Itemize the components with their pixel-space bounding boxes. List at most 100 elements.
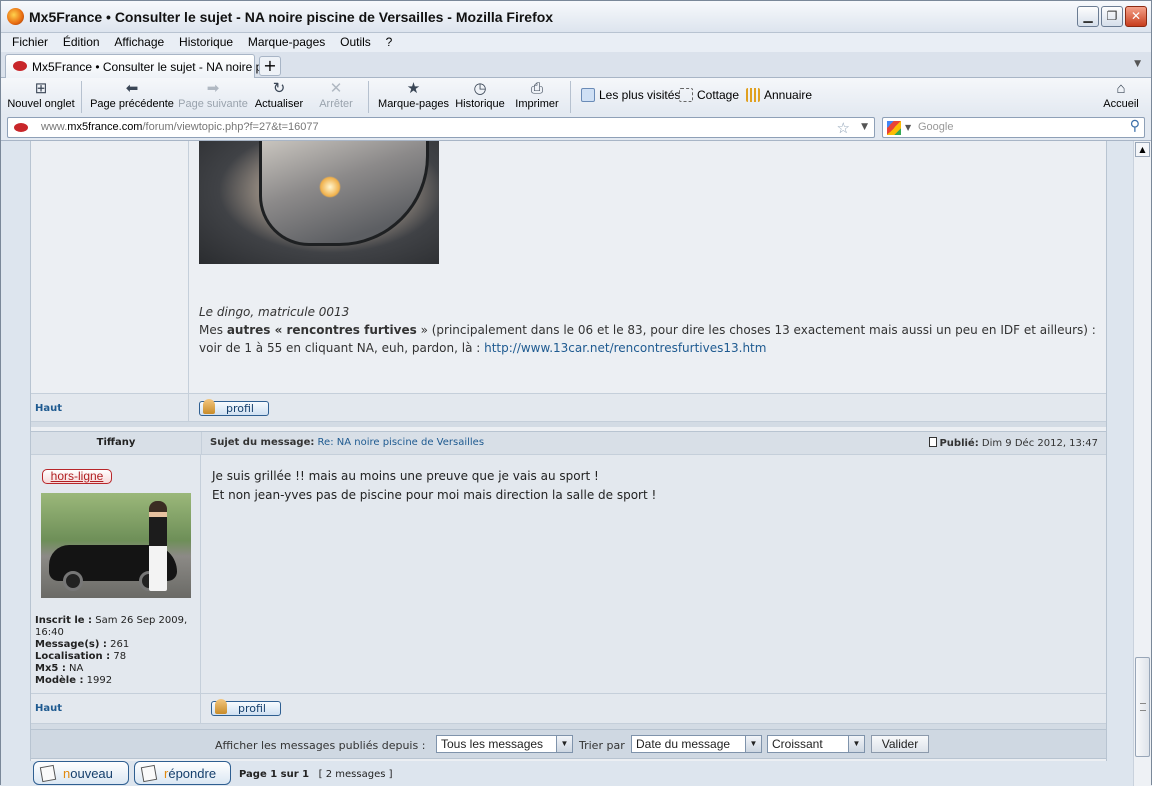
subject-label: Sujet du message:: [210, 437, 315, 448]
bookmark-most-visited[interactable]: Les plus visités: [581, 88, 680, 102]
published-date: Dim 9 Déc 2012, 13:47: [981, 438, 1098, 449]
bookmarks-star-icon: ★: [406, 80, 421, 97]
minimize-icon[interactable]: ▁: [1077, 6, 1099, 27]
new-topic-button[interactable]: nouveau: [33, 761, 129, 785]
scroll-up-chevron-icon[interactable]: ▲: [1135, 142, 1150, 157]
chevron-down-icon: ▼: [556, 736, 572, 752]
sort-by-select[interactable]: Date du message ▼: [631, 735, 762, 753]
new-tab-icon: ⊞: [34, 80, 48, 97]
menu-historique[interactable]: Historique: [179, 35, 233, 49]
history-label: Historique: [455, 98, 505, 110]
author-info: Inscrit le : Sam 26 Sep 2009, 16:40 Mess…: [35, 615, 195, 687]
validate-button[interactable]: Valider: [871, 735, 929, 753]
forward-button[interactable]: ➡ Page suivante: [178, 80, 248, 110]
sort-order-select[interactable]: Croissant ▼: [767, 735, 865, 753]
signature-link[interactable]: http://www.13car.net/rencontresfurtives1…: [484, 341, 766, 355]
search-magnifier-icon[interactable]: ⚲: [1130, 118, 1140, 134]
new-tab-label: Nouvel onglet: [7, 98, 75, 110]
menu-outils[interactable]: Outils: [340, 35, 371, 49]
window-title: Mx5France • Consulter le sujet - NA noir…: [29, 9, 554, 25]
reload-button[interactable]: ↻ Actualiser: [254, 80, 304, 110]
post-published: Publié: Dim 9 Déc 2012, 13:47: [929, 437, 1098, 449]
title-bar: Mx5France • Consulter le sujet - NA noir…: [1, 1, 1151, 33]
post2-body: hors-ligne Inscrit le : Sam 26 Sep 2009,…: [31, 455, 1106, 693]
new-tab-button[interactable]: ⊞ Nouvel onglet: [7, 80, 75, 110]
annuaire-icon: [746, 88, 760, 102]
sort-by-label: Trier par: [579, 739, 625, 752]
cottage-label: Cottage: [697, 88, 740, 102]
bookmark-annuaire[interactable]: Annuaire: [746, 88, 812, 102]
annuaire-label: Annuaire: [764, 88, 813, 102]
back-button[interactable]: ⬅ Page précédente: [90, 80, 174, 110]
search-bar[interactable]: ▼ Google ⚲: [882, 117, 1145, 138]
profile-label: profil: [226, 402, 254, 415]
display-options-bar: Afficher les messages publiés depuis : T…: [31, 729, 1106, 759]
forum-board: Le dingo, matricule 0013 Mes autres « re…: [30, 141, 1107, 761]
print-button[interactable]: ⎙ Imprimer: [514, 80, 560, 110]
site-identity-icon: [14, 123, 28, 132]
haut-link[interactable]: Haut: [35, 403, 62, 414]
reply-paper-icon: [140, 764, 158, 783]
subject-link[interactable]: Re: NA noire piscine de Versailles: [318, 437, 484, 448]
close-icon[interactable]: ✕: [1125, 6, 1147, 27]
tab-bar: Mx5France • Consulter le sujet - NA noir…: [1, 52, 1151, 78]
author-profile-column: hors-ligne Inscrit le : Sam 26 Sep 2009,…: [31, 455, 201, 693]
home-icon: ⌂: [1116, 80, 1126, 97]
history-button[interactable]: ◷ Historique: [454, 80, 506, 110]
home-button[interactable]: ⌂ Accueil: [1101, 80, 1141, 110]
post-author[interactable]: Tiffany: [31, 437, 201, 448]
vertical-scrollbar[interactable]: ▲: [1133, 141, 1151, 786]
stop-label: Arrêter: [319, 98, 353, 110]
published-label: Publié:: [939, 438, 979, 449]
sun-reflection: [319, 176, 341, 198]
window-controls: ▁ ❐ ✕: [1077, 6, 1147, 27]
bookmark-star-icon[interactable]: ☆: [837, 119, 850, 137]
post-spacer: [31, 421, 1106, 427]
registered-label: Inscrit le :: [35, 615, 93, 626]
haut-link[interactable]: Haut: [35, 703, 62, 714]
reply-label-rest: épondre: [168, 766, 217, 781]
url-row: www.mx5france.com/forum/viewtopic.php?f=…: [1, 115, 1151, 141]
header-divider: [201, 432, 202, 456]
menu-fichier[interactable]: Fichier: [12, 35, 48, 49]
url-prefix: www.: [41, 121, 68, 133]
menu-edition[interactable]: Édition: [63, 35, 100, 49]
sort-by-value: Date du message: [636, 737, 731, 751]
bookmarks-button[interactable]: ★ Marque-pages: [377, 80, 450, 110]
print-label: Imprimer: [515, 98, 559, 110]
url-text: www.mx5france.com/forum/viewtopic.php?f=…: [41, 121, 319, 133]
firefox-icon: [7, 8, 24, 25]
sig-prefix: Mes: [199, 323, 227, 337]
scrollbar-thumb[interactable]: [1135, 657, 1150, 757]
maximize-icon[interactable]: ❐: [1101, 6, 1123, 27]
bookmark-cottage[interactable]: Cottage: [679, 88, 739, 102]
message-line: Je suis grillée !! mais au moins une pre…: [212, 469, 599, 483]
home-label: Accueil: [1103, 98, 1139, 110]
stop-button[interactable]: ✕ Arrêter: [314, 80, 358, 110]
new-tab-plus-icon[interactable]: +: [259, 56, 281, 76]
profile-button[interactable]: profil: [211, 699, 281, 716]
menu-help[interactable]: ?: [386, 35, 393, 49]
reply-button[interactable]: répondre: [134, 761, 231, 785]
scroll-grip-icon: [1140, 703, 1146, 711]
history-clock-icon: ◷: [473, 80, 487, 97]
post2-header: Tiffany Sujet du message: Re: NA noire p…: [31, 431, 1106, 456]
menu-affichage[interactable]: Affichage: [114, 35, 164, 49]
toolbar-separator: [81, 81, 82, 113]
sig-bold: autres « rencontres furtives: [226, 323, 417, 337]
show-since-select[interactable]: Tous les messages ▼: [436, 735, 573, 753]
tab-list-chevron-icon[interactable]: ▼: [1134, 59, 1141, 69]
mx5-row: Mx5 : NA: [35, 663, 195, 675]
engine-chevron-icon[interactable]: ▼: [905, 123, 911, 132]
mirror-photo: [199, 141, 439, 264]
post-doc-icon[interactable]: [929, 437, 938, 447]
model-label: Modèle :: [35, 675, 84, 686]
profile-button[interactable]: profil: [199, 399, 269, 416]
menu-marque-pages[interactable]: Marque-pages: [248, 35, 325, 49]
address-bar[interactable]: www.mx5france.com/forum/viewtopic.php?f=…: [7, 117, 875, 138]
url-dropdown-chevron-icon[interactable]: ▼: [861, 122, 868, 132]
google-icon[interactable]: [887, 121, 901, 135]
post1-footer: Haut profil: [31, 393, 1106, 422]
tab-current[interactable]: Mx5France • Consulter le sujet - NA noir…: [5, 54, 275, 78]
most-visited-icon: [581, 88, 595, 102]
